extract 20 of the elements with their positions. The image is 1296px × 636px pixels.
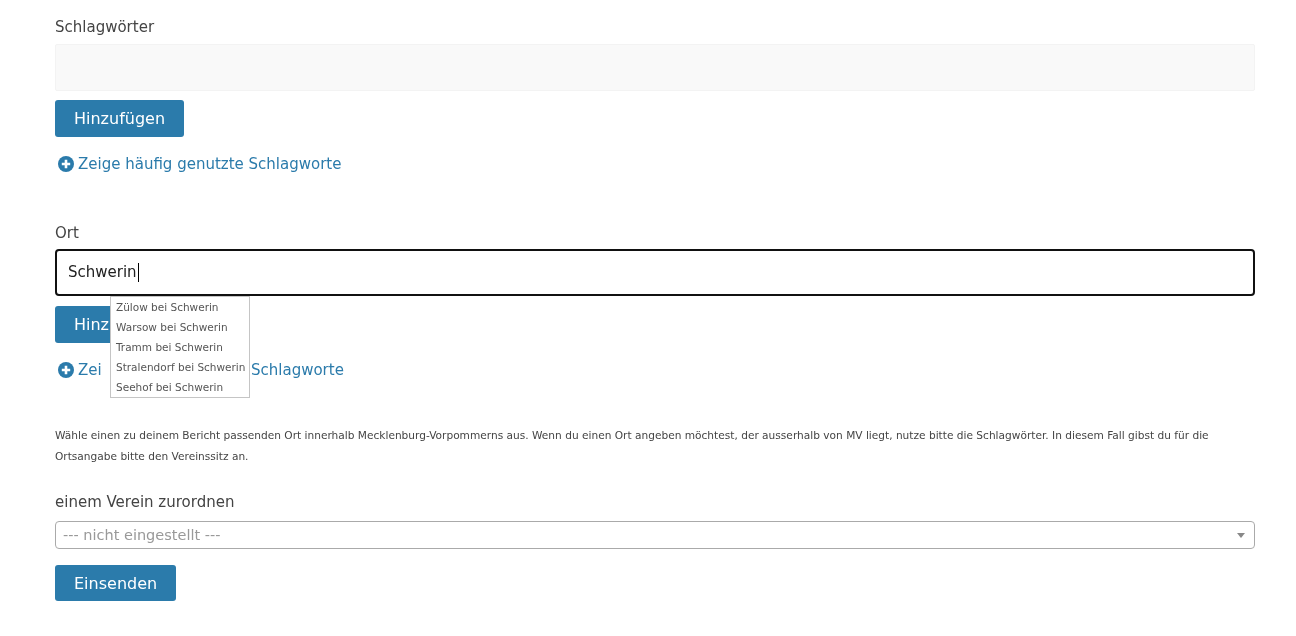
- add-button[interactable]: Hinzufügen: [55, 100, 185, 137]
- submit-button[interactable]: Einsenden: [55, 565, 177, 601]
- add-button[interactable]: Hinz: [55, 306, 110, 343]
- suggestion-item[interactable]: Zülow bei Schwerin: [111, 297, 249, 317]
- suggestion-item[interactable]: Warsow bei Schwerin: [111, 317, 249, 337]
- field-label: Schlagwörter: [55, 17, 155, 37]
- location-input-field[interactable]: Schwerin: [55, 249, 1255, 296]
- plus-circle-icon: [58, 362, 74, 378]
- dropdown-caret-icon: [1237, 532, 1245, 538]
- frequent-keywords-link[interactable]: Schlagworte: [251, 360, 344, 380]
- field-label: einem Verein zurordnen: [55, 492, 235, 512]
- club-select[interactable]: --- nicht eingestellt ---: [55, 521, 1255, 549]
- plus-circle-icon: [58, 156, 74, 172]
- suggestion-item[interactable]: Seehof bei Schwerin: [111, 377, 249, 397]
- suggestion-item[interactable]: Stralendorf bei Schwerin: [111, 357, 249, 377]
- suggestion-item[interactable]: Tramm bei Schwerin: [111, 337, 249, 357]
- frequent-keywords-link[interactable]: Zeige häufig genutzte Schlagworte: [55, 154, 342, 174]
- help-text: Wähle einen zu deinem Bericht passenden Ort innerhalb Mecklenburg-Vorpommerns aus. Wenn du einen Ort angeben möchtest, der ausserhalb von MV liegt, nutze bitte die Schlagwörter. In diesem Fall gibst du für die Ortsangabe bitte den Vereinssitz an.: [55, 428, 1210, 464]
- frequent-keywords-link[interactable]: Zei: [55, 360, 110, 380]
- field-label: Ort: [55, 223, 79, 243]
